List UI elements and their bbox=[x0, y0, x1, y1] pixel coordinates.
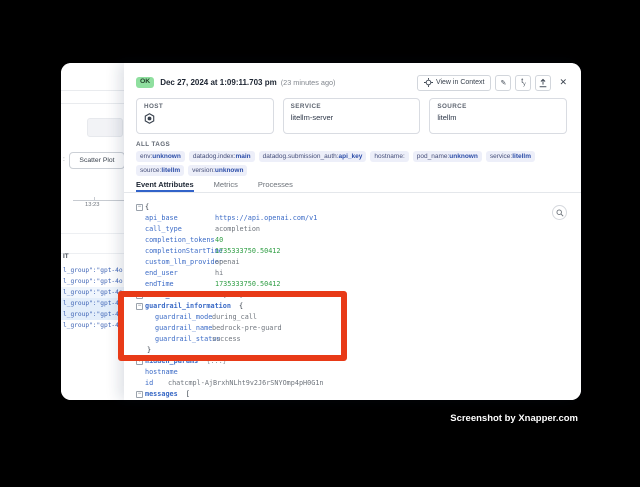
status-badge: OK bbox=[136, 77, 154, 88]
tag-chip[interactable]: version:unknown bbox=[188, 165, 247, 176]
pencil-icon: ✎ bbox=[501, 79, 507, 87]
event-timestamp: Dec 27, 2024 at 1:09:11.703 pm bbox=[160, 78, 277, 87]
annotation-highlight-box bbox=[118, 291, 347, 361]
column-header: IT bbox=[63, 253, 69, 260]
divider bbox=[61, 233, 124, 234]
scatter-plot-button[interactable]: Scatter Plot bbox=[69, 152, 124, 169]
tag-chip[interactable]: datadog.submission_auth:api_key bbox=[259, 151, 367, 162]
all-tags-label: ALL TAGS bbox=[136, 141, 571, 148]
divider bbox=[61, 253, 124, 254]
log-list-item[interactable]: l_group":"gpt-4o bbox=[61, 276, 124, 287]
tag-chip[interactable]: datadog.index:main bbox=[189, 151, 255, 162]
json-row-hostname: hostname bbox=[136, 367, 567, 378]
host-box: HOST bbox=[136, 98, 274, 134]
json-row-root: − { bbox=[136, 202, 567, 213]
log-list-item[interactable]: l_group":"gpt-4o bbox=[61, 265, 124, 276]
divider bbox=[61, 103, 124, 104]
collapse-icon[interactable]: − bbox=[136, 391, 143, 398]
edit-button[interactable]: ✎ bbox=[495, 75, 511, 91]
json-row-api-base: api_base https://api.openai.com/v1 bbox=[136, 213, 567, 224]
service-label: SERVICE bbox=[291, 103, 413, 110]
log-list-item[interactable]: l_group":"gpt-4o bbox=[61, 320, 124, 331]
time-axis bbox=[73, 200, 124, 201]
event-header: OK Dec 27, 2024 at 1:09:11.703 pm (23 mi… bbox=[136, 74, 567, 91]
divider bbox=[61, 90, 124, 91]
key-value-toggle-button[interactable]: ty bbox=[515, 75, 531, 91]
all-tags-section: ALL TAGS env:unknown datadog.index:main … bbox=[136, 141, 571, 176]
header-actions: View in Context ✎ ty ✕ bbox=[417, 75, 567, 91]
json-row-id: id chatcmpl-AjBrxhNLht9v2J6rSNYOmp4pH0G1… bbox=[136, 378, 567, 389]
truncated-text: : bbox=[63, 156, 65, 163]
source-value: litellm bbox=[437, 113, 559, 122]
tag-chip[interactable]: env:unknown bbox=[136, 151, 185, 162]
key-value-icon: ty bbox=[521, 78, 525, 87]
tag-chip[interactable]: source:litellm bbox=[136, 165, 184, 176]
tab-processes[interactable]: Processes bbox=[258, 177, 293, 192]
service-value: litellm-server bbox=[291, 113, 413, 122]
share-export-icon bbox=[538, 78, 548, 88]
json-row-completion-tokens: completion_tokens 40 bbox=[136, 235, 567, 246]
tag-list: env:unknown datadog.index:main datadog.s… bbox=[136, 151, 571, 176]
close-icon[interactable]: ✕ bbox=[559, 77, 567, 88]
screenshot-stage: : Scatter Plot 13:23 IT l_group":"gpt-4o… bbox=[0, 0, 640, 487]
tab-event-attributes[interactable]: Event Attributes bbox=[136, 177, 194, 192]
host-hexagon-icon bbox=[144, 113, 155, 124]
json-row-call-type: call_type acompletion bbox=[136, 224, 567, 235]
tab-metrics[interactable]: Metrics bbox=[214, 177, 238, 192]
host-label: HOST bbox=[144, 103, 266, 110]
json-row-messages: − messages [ bbox=[136, 389, 567, 400]
view-in-context-button[interactable]: View in Context bbox=[417, 75, 492, 91]
source-label: SOURCE bbox=[437, 103, 559, 110]
view-in-context-label: View in Context bbox=[436, 79, 485, 86]
log-list-item[interactable]: l_group":"gpt-4o bbox=[61, 298, 124, 309]
log-list-item[interactable]: l_group":"gpt-4o bbox=[61, 309, 124, 320]
json-row-end-time: endTime 1735333750.50412 bbox=[136, 279, 567, 290]
watermark-caption: Screenshot by Xnapper.com bbox=[450, 413, 578, 424]
log-list-item[interactable]: l_group":"gpt-4o bbox=[61, 287, 124, 298]
json-row-custom-llm-provider: custom_llm_provider openai bbox=[136, 257, 567, 268]
source-box: SOURCE litellm bbox=[429, 98, 567, 134]
attribute-value-link[interactable]: https://api.openai.com/v1 bbox=[215, 213, 317, 224]
host-value bbox=[144, 113, 266, 126]
crosshair-icon bbox=[424, 78, 433, 87]
axis-tick-mark bbox=[94, 197, 95, 201]
json-row-completion-start-time: completionStartTime 1735333750.50412 bbox=[136, 246, 567, 257]
relative-time: (23 minutes ago) bbox=[281, 78, 336, 87]
tag-chip[interactable]: hostname: bbox=[370, 151, 408, 162]
log-list: l_group":"gpt-4o l_group":"gpt-4o l_grou… bbox=[61, 265, 124, 331]
tag-chip[interactable]: service:litellm bbox=[486, 151, 535, 162]
service-box: SERVICE litellm-server bbox=[283, 98, 421, 134]
reserved-attribute-boxes: HOST SERVICE litellm-server SOURCE litel… bbox=[136, 98, 567, 134]
detail-tabs: Event Attributes Metrics Processes bbox=[124, 177, 581, 193]
axis-tick-label: 13:23 bbox=[85, 202, 100, 208]
json-row-end-user: end_user hi bbox=[136, 268, 567, 279]
logs-explorer-background: : Scatter Plot 13:23 IT l_group":"gpt-4o… bbox=[61, 63, 124, 400]
collapse-icon[interactable]: − bbox=[136, 204, 143, 211]
chart-skeleton-block bbox=[87, 118, 123, 137]
export-button[interactable] bbox=[535, 75, 551, 91]
tag-chip[interactable]: pod_name:unknown bbox=[413, 151, 482, 162]
